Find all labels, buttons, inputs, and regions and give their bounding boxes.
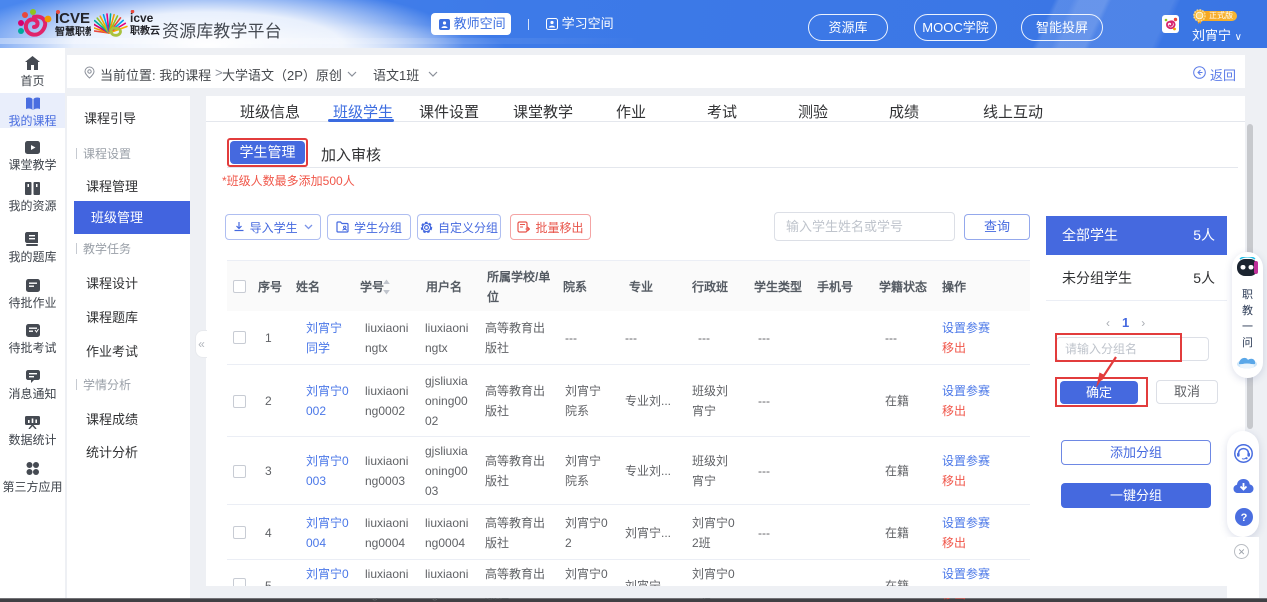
- svg-text:ICVE: ICVE: [55, 10, 90, 27]
- svg-text:智慧职教: 智慧职教: [55, 25, 91, 37]
- svg-text:职教云: 职教云: [130, 24, 160, 36]
- svg-text:?: ?: [1241, 512, 1248, 524]
- svg-text:icve: icve: [130, 11, 154, 25]
